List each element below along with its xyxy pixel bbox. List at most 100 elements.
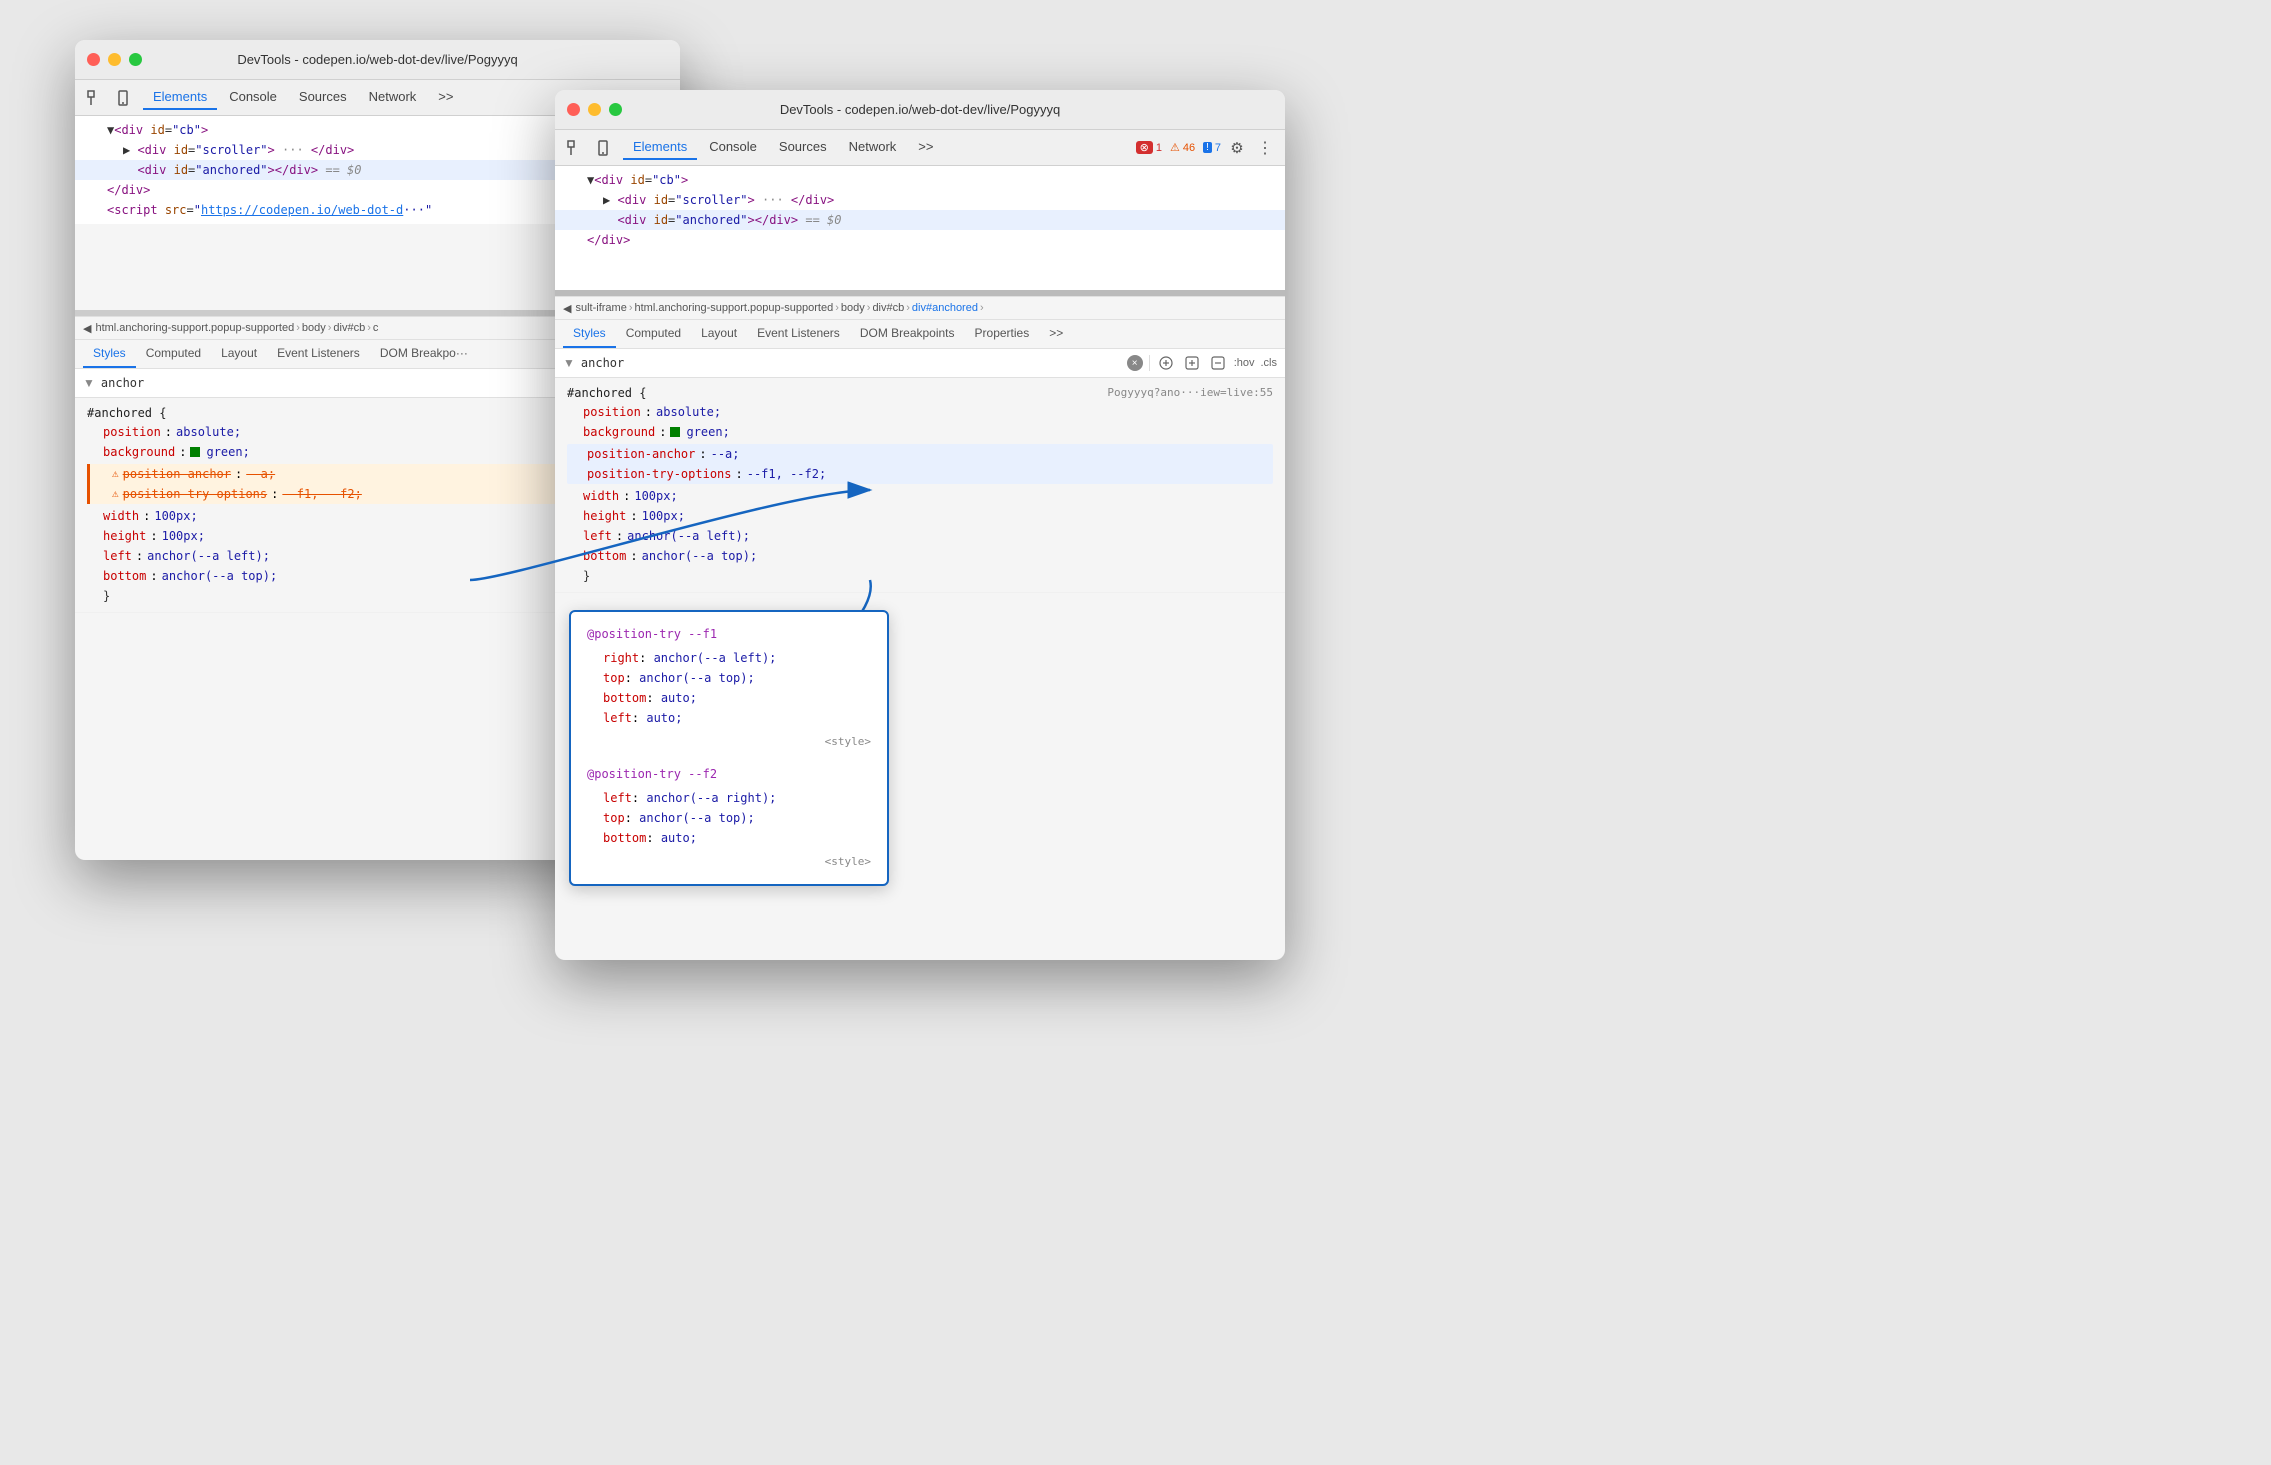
css-selector: #anchored {	[87, 404, 166, 422]
inspect-icon-2[interactable]	[563, 136, 587, 160]
tab-elements-1[interactable]: Elements	[143, 85, 217, 110]
hov-btn-2[interactable]: :hov	[1234, 357, 1255, 369]
position-try-selector-2: @position-try --f2	[587, 764, 871, 784]
tab-network-2[interactable]: Network	[839, 135, 907, 160]
subtab-more-2[interactable]: >>	[1039, 320, 1073, 348]
css-prop-line-highlighted: position-try-options: --f1, --f2;	[571, 464, 1273, 484]
position-try-prop-line: left: anchor(--a right);	[603, 788, 871, 808]
subtab-properties-2[interactable]: Properties	[965, 320, 1040, 348]
css-rule-anchored-2: #anchored { Pogyyyq?ano···iew=live:55 po…	[555, 378, 1285, 593]
toolbar-tabs-2: Elements Console Sources Network >>	[623, 135, 943, 160]
position-try-prop-line: left: auto;	[603, 708, 871, 728]
position-try-source-2[interactable]: <style>	[587, 852, 871, 872]
subtab-dom-breakpoints-2[interactable]: DOM Breakpoints	[850, 320, 965, 348]
devtools-body-2: Elements Console Sources Network >> ⊗ 1 …	[555, 130, 1285, 960]
breadcrumb-item-active[interactable]: div#anchored	[912, 302, 978, 314]
css-prop-line: width: 100px;	[567, 486, 1273, 506]
breadcrumb-item[interactable]: div#cb	[872, 302, 904, 314]
position-try-prop-line: top: anchor(--a top);	[603, 668, 871, 688]
color-swatch-2[interactable]	[670, 427, 680, 437]
titlebar-2: DevTools - codepen.io/web-dot-dev/live/P…	[555, 90, 1285, 130]
css-prop-line: height: 100px;	[567, 506, 1273, 526]
device-icon[interactable]	[111, 86, 135, 110]
tab-console-1[interactable]: Console	[219, 85, 287, 110]
breadcrumb-item[interactable]: html.anchoring-support.popup-supported	[95, 322, 294, 334]
maximize-button-1[interactable]	[129, 53, 142, 66]
styles-subtabs-2: Styles Computed Layout Event Listeners D…	[555, 320, 1285, 349]
subtab-styles-2[interactable]: Styles	[563, 320, 616, 348]
traffic-lights-1[interactable]	[87, 53, 142, 66]
css-closing-brace-2: }	[567, 566, 1273, 586]
more-options-icon[interactable]: ⋮	[1253, 138, 1277, 158]
titlebar-1: DevTools - codepen.io/web-dot-dev/live/P…	[75, 40, 680, 80]
window-title-2: DevTools - codepen.io/web-dot-dev/live/P…	[780, 102, 1060, 117]
filter-bar-2: ▼ × :hov .cls	[555, 349, 1285, 378]
tab-console-2[interactable]: Console	[699, 135, 767, 160]
position-try-rule-1: @position-try --f1 right: anchor(--a lef…	[587, 624, 871, 752]
toolbar-badges: ⊗ 1 ⚠ 46 ! 7	[1136, 141, 1221, 154]
maximize-button-2[interactable]	[609, 103, 622, 116]
html-line[interactable]: ▼<div id="cb">	[555, 170, 1285, 190]
position-try-popup: @position-try --f1 right: anchor(--a lef…	[569, 610, 889, 886]
css-prop-line-highlighted: position-anchor: --a;	[571, 444, 1273, 464]
source-ref-2[interactable]: Pogyyyq?ano···iew=live:55	[1107, 384, 1273, 402]
css-prop-line: position: absolute;	[567, 402, 1273, 422]
devtools-toolbar-2: Elements Console Sources Network >> ⊗ 1 …	[555, 130, 1285, 166]
breadcrumb-item[interactable]: c	[373, 322, 379, 334]
html-line-anchored-2[interactable]: <div id="anchored"></div> == $0	[555, 210, 1285, 230]
subtab-dom-breakpoints-1[interactable]: DOM Breakpo···	[370, 340, 478, 368]
subtab-styles-1[interactable]: Styles	[83, 340, 136, 368]
tab-elements-2[interactable]: Elements	[623, 135, 697, 160]
html-line[interactable]: </div>	[555, 230, 1285, 250]
css-prop-line: background: green;	[567, 422, 1273, 442]
subtab-computed-1[interactable]: Computed	[136, 340, 211, 368]
minimize-button-1[interactable]	[108, 53, 121, 66]
tab-sources-2[interactable]: Sources	[769, 135, 837, 160]
filter-icon-2: ▼	[563, 356, 575, 370]
window-title-1: DevTools - codepen.io/web-dot-dev/live/P…	[237, 52, 517, 67]
position-try-prop-line: bottom: auto;	[603, 828, 871, 848]
subtab-computed-2[interactable]: Computed	[616, 320, 691, 348]
tab-sources-1[interactable]: Sources	[289, 85, 357, 110]
color-swatch[interactable]	[190, 447, 200, 457]
traffic-lights-2[interactable]	[567, 103, 622, 116]
inspect-icon[interactable]	[83, 86, 107, 110]
position-try-selector-1: @position-try --f1	[587, 624, 871, 644]
settings-icon[interactable]: ⚙	[1225, 136, 1249, 160]
info-badge: ! 7	[1203, 142, 1221, 154]
close-button-1[interactable]	[87, 53, 100, 66]
css-selector-2: #anchored {	[567, 384, 646, 402]
subtab-layout-2[interactable]: Layout	[691, 320, 747, 348]
position-try-prop-line: top: anchor(--a top);	[603, 808, 871, 828]
close-button-2[interactable]	[567, 103, 580, 116]
tab-more-2[interactable]: >>	[908, 135, 943, 160]
tab-network-1[interactable]: Network	[359, 85, 427, 110]
filter-input-2[interactable]	[581, 356, 1121, 370]
breadcrumb-item[interactable]: sult-iframe	[575, 302, 626, 314]
cls-btn-2[interactable]: .cls	[1261, 357, 1278, 369]
highlight-box-2: position-anchor: --a; position-try-optio…	[567, 444, 1273, 484]
breadcrumb-item[interactable]: body	[302, 322, 326, 334]
css-prop-line: left: anchor(--a left);	[567, 526, 1273, 546]
tab-more-1[interactable]: >>	[428, 85, 463, 110]
breadcrumb-item[interactable]: body	[841, 302, 865, 314]
filter-actions-2: :hov .cls	[1234, 357, 1277, 369]
device-icon-2[interactable]	[591, 136, 615, 160]
html-line[interactable]: ▶ <div id="scroller"> ··· </div>	[555, 190, 1285, 210]
position-try-source-1[interactable]: <style>	[587, 732, 871, 752]
subtab-event-listeners-2[interactable]: Event Listeners	[747, 320, 850, 348]
breadcrumb-item[interactable]: div#cb	[333, 322, 365, 334]
warning-icon: ⚠	[112, 485, 119, 503]
new-style-rule-icon-2[interactable]	[1156, 353, 1176, 373]
subtab-event-listeners-1[interactable]: Event Listeners	[267, 340, 370, 368]
filter-input-1[interactable]	[101, 376, 568, 390]
minimize-button-2[interactable]	[588, 103, 601, 116]
position-try-prop-line: right: anchor(--a left);	[603, 648, 871, 668]
subtab-layout-1[interactable]: Layout	[211, 340, 267, 368]
add-style-rule-icon[interactable]	[1182, 353, 1202, 373]
filter-clear-2[interactable]: ×	[1127, 355, 1143, 371]
elements-tree-panel-2: ▼<div id="cb"> ▶ <div id="scroller"> ···…	[555, 166, 1285, 296]
toggle-styles-icon[interactable]	[1208, 353, 1228, 373]
breadcrumb-item[interactable]: html.anchoring-support.popup-supported	[634, 302, 833, 314]
position-try-rule-2: @position-try --f2 left: anchor(--a righ…	[587, 764, 871, 872]
